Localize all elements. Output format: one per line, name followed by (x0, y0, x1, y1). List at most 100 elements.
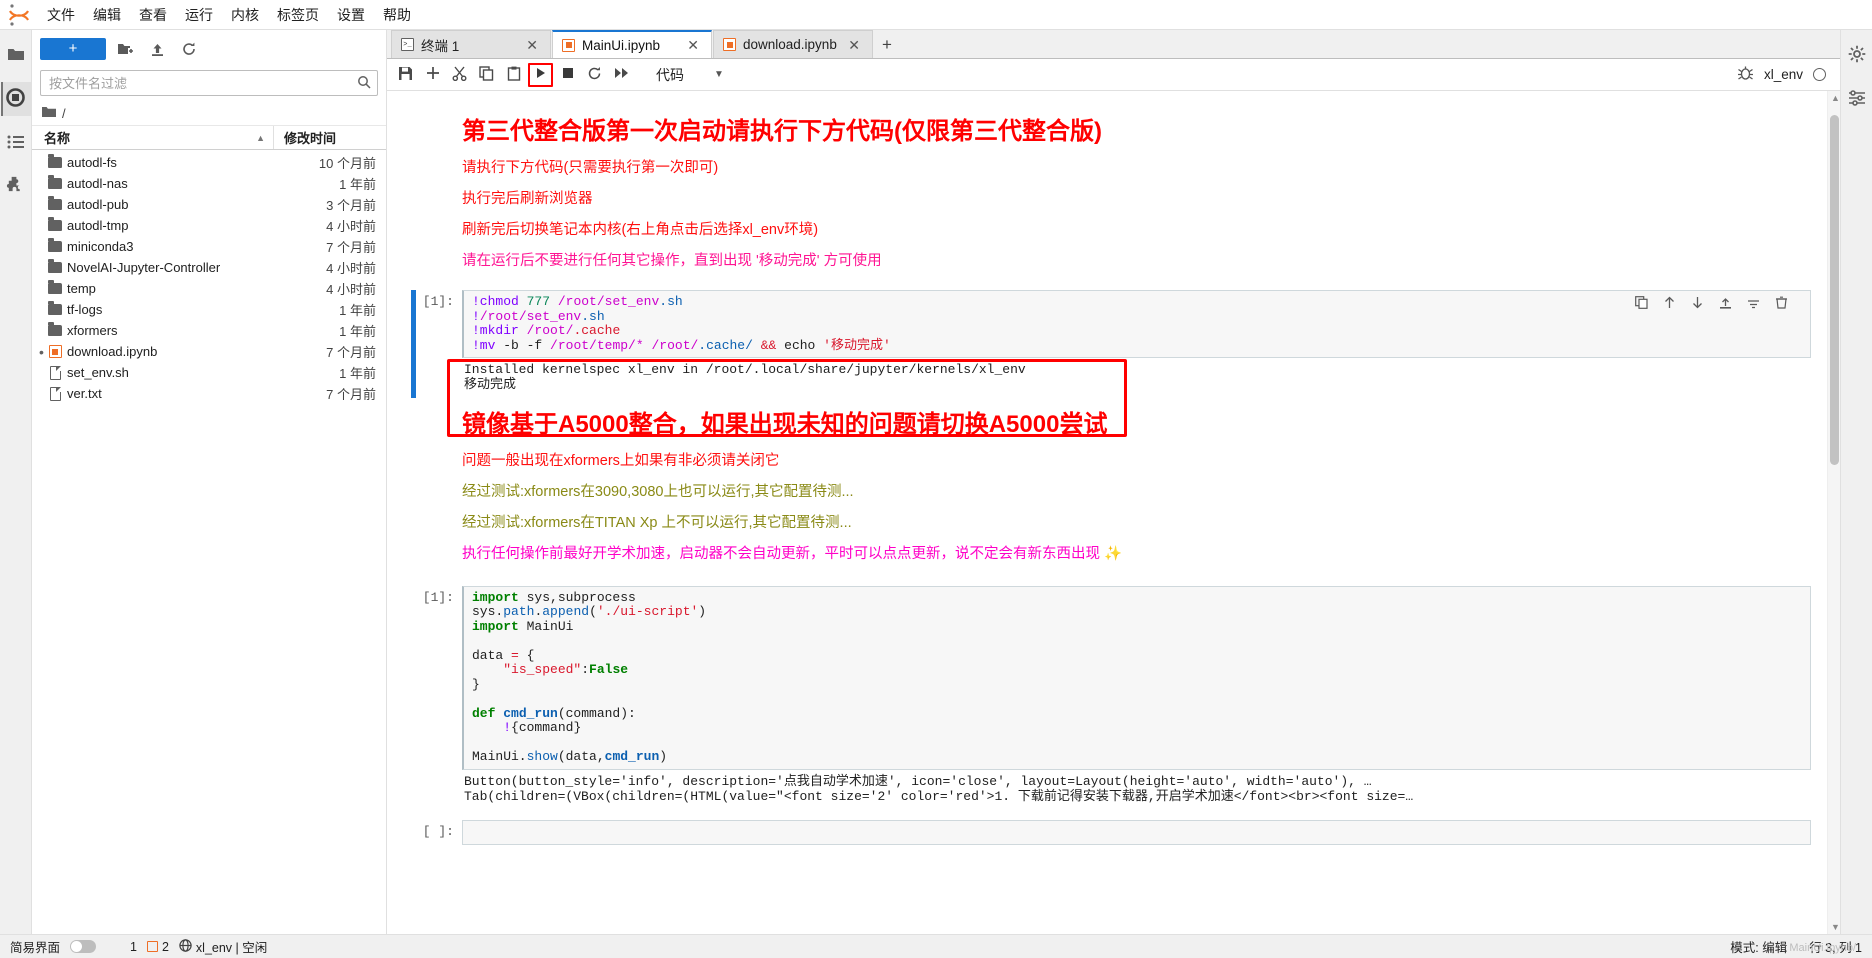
file-list-item[interactable]: temp 4 小时前 (32, 278, 386, 299)
file-filter-box[interactable] (40, 70, 378, 96)
code-editor-2[interactable]: import sys,subprocess sys.path.append('./… (462, 585, 1811, 770)
code-line: sys.path.append('./ui-script') (472, 604, 707, 620)
file-list-item[interactable]: set_env.sh 1 年前 (32, 362, 386, 383)
sidebar-item-extension-manager[interactable] (1, 170, 31, 204)
simple-mode-toggle[interactable] (70, 940, 97, 953)
debugger-button[interactable] (1737, 65, 1754, 85)
terminals-count: 1 (130, 939, 137, 954)
code-token: /root/temp/* (550, 337, 644, 353)
code-token: echo (784, 337, 816, 353)
markdown-cell-1[interactable]: 第三代整合版第一次启动请执行下方代码(仅限第三代整合版) 请执行下方代码(只需要… (387, 105, 1827, 284)
upload-icon[interactable] (144, 37, 170, 61)
code-cell-1[interactable]: [1]: !chmod 777 /root/set_env.sh !/root/… (387, 290, 1827, 399)
sort-ascending-icon: ▲ (256, 132, 265, 143)
restart-kernel-button[interactable] (582, 63, 607, 87)
menu-settings[interactable]: 设置 (328, 2, 374, 28)
insert-above-icon[interactable] (1717, 294, 1733, 310)
markdown-cell-2[interactable]: 镜像基于A5000整合，如果出现未知的问题请切换A5000尝试 问题一般出现在x… (387, 398, 1827, 577)
menu-tabs[interactable]: 标签页 (268, 2, 328, 28)
insert-below-icon[interactable] (1745, 294, 1761, 310)
refresh-icon[interactable] (176, 37, 202, 61)
new-folder-icon[interactable] (112, 37, 138, 61)
new-launcher-button[interactable]: + (40, 38, 106, 60)
code-editor-1[interactable]: !chmod 777 /root/set_env.sh !/root/set_e… (462, 290, 1811, 359)
sidebar-item-settings[interactable] (1842, 38, 1872, 72)
kernel-status-icon[interactable] (1813, 68, 1826, 81)
file-list-item[interactable]: autodl-tmp 4 小时前 (32, 215, 386, 236)
menu-help[interactable]: 帮助 (374, 2, 420, 28)
move-up-icon[interactable] (1661, 294, 1677, 310)
search-input[interactable] (47, 74, 357, 92)
menu-edit[interactable]: 编辑 (84, 2, 130, 28)
run-cell-button[interactable] (528, 62, 553, 87)
scroll-up-icon[interactable]: ▲ (1831, 93, 1840, 103)
code-cell-2[interactable]: [1]: import sys,subprocess sys.path.appen… (387, 585, 1827, 810)
menu-kernel[interactable]: 内核 (222, 2, 268, 28)
menu-run[interactable]: 运行 (176, 2, 222, 28)
copy-cell-button[interactable] (474, 63, 499, 87)
code-cell-3[interactable]: [ ]: (387, 819, 1827, 845)
sidebar-item-file-browser[interactable] (1, 38, 31, 72)
file-modified: 10 个月前 (318, 156, 376, 171)
code-token: .sh (659, 294, 683, 310)
column-header-modified[interactable]: 修改时间 (274, 126, 386, 149)
scrollbar-thumb[interactable] (1830, 115, 1839, 465)
file-list-item[interactable]: autodl-pub 3 个月前 (32, 194, 386, 215)
delete-icon[interactable] (1773, 294, 1789, 310)
jupyterlab-window: 文件 编辑 查看 运行 内核 标签页 设置 帮助 + 按文件名过滤 / 名称 ▲… (0, 0, 1872, 958)
file-list-item[interactable]: miniconda3 7 个月前 (32, 236, 386, 257)
duplicate-icon[interactable] (1633, 294, 1649, 310)
close-icon[interactable]: ✕ (523, 38, 541, 52)
file-list-item[interactable]: xformers 1 年前 (32, 320, 386, 341)
cut-cell-button[interactable] (447, 63, 472, 87)
output-line: 移动完成 (464, 377, 517, 393)
move-down-icon[interactable] (1689, 294, 1705, 310)
output-line: Installed kernelspec xl_env in /root/.lo… (464, 362, 1026, 378)
folder-icon (45, 322, 65, 336)
breadcrumb[interactable]: / (32, 102, 386, 126)
file-list-item[interactable]: tf-logs 1 年前 (32, 299, 386, 320)
file-list-item[interactable]: autodl-nas 1 年前 (32, 173, 386, 194)
file-list-item[interactable]: ver.txt 7 个月前 (32, 383, 386, 404)
folder-icon (45, 196, 65, 210)
cell-type-dropdown[interactable]: 代码 ▼ (650, 63, 730, 87)
file-name: temp (67, 281, 96, 296)
file-name: set_env.sh (67, 365, 129, 380)
terminals-indicator[interactable]: 1 (130, 940, 137, 954)
menu-file[interactable]: 文件 (38, 2, 84, 28)
bug-icon (1737, 65, 1754, 85)
scroll-down-icon[interactable]: ▼ (1831, 922, 1840, 932)
file-name: autodl-fs (67, 155, 117, 170)
sidebar-item-property-inspector[interactable] (1842, 82, 1872, 116)
column-header-name[interactable]: 名称 ▲ (32, 126, 274, 149)
close-icon[interactable]: ✕ (845, 38, 863, 52)
menu-view[interactable]: 查看 (130, 2, 176, 28)
tab-terminal-1[interactable]: >_ 终端 1 ✕ (391, 30, 551, 58)
file-modified: 7 个月前 (326, 345, 376, 360)
kernels-indicator[interactable]: 2 (146, 940, 169, 954)
restart-run-all-button[interactable] (609, 63, 634, 87)
file-modified: 4 小时前 (326, 219, 376, 234)
new-tab-button[interactable]: + (874, 32, 900, 58)
file-list-item[interactable]: NovelAI-Jupyter-Controller 4 小时前 (32, 257, 386, 278)
save-button[interactable] (393, 63, 418, 87)
interrupt-kernel-button[interactable] (555, 63, 580, 87)
close-icon[interactable]: ✕ (684, 38, 702, 52)
file-list-item[interactable]: autodl-fs 10 个月前 (32, 152, 386, 173)
menu-bar: 文件 编辑 查看 运行 内核 标签页 设置 帮助 (0, 0, 1872, 30)
sidebar-item-table-of-contents[interactable] (1, 126, 31, 160)
kernel-selector[interactable]: xl_env (1764, 67, 1803, 82)
kernel-status-indicator[interactable]: xl_env | 空闲 (179, 937, 267, 956)
paste-cell-button[interactable] (501, 63, 526, 87)
code-token: -b -f (503, 337, 543, 353)
tab-mainui-ipynb[interactable]: MainUi.ipynb ✕ (552, 30, 712, 58)
cell-prompt: [ ]: (422, 823, 454, 839)
insert-cell-button[interactable] (420, 63, 445, 87)
markdown-line: 请执行下方代码(只需要执行第一次即可) (462, 160, 719, 176)
code-editor-3[interactable] (462, 819, 1811, 845)
sidebar-item-running-terminals[interactable] (0, 82, 31, 116)
unsaved-marker: • (39, 343, 44, 360)
notebook-scrollbar[interactable]: ▲ ▼ (1827, 91, 1840, 934)
file-list-item[interactable]: • download.ipynb 7 个月前 (32, 341, 386, 362)
tab-download-ipynb[interactable]: download.ipynb ✕ (713, 30, 873, 58)
